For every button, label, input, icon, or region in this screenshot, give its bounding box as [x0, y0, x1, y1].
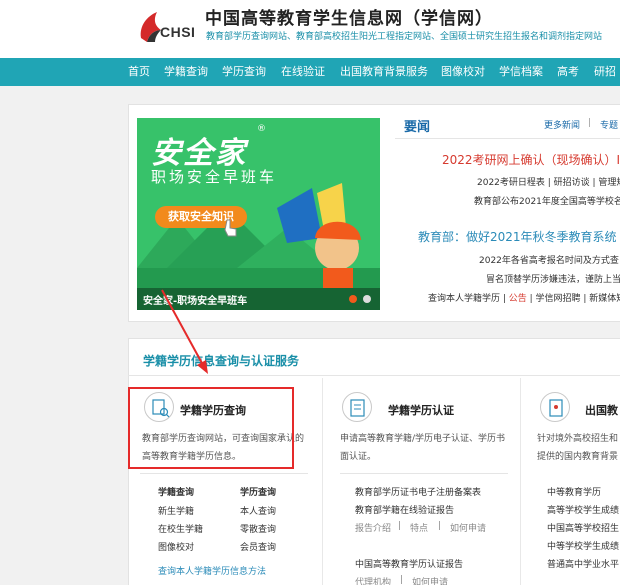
news-headline[interactable]: 2022考研网上确认（现场确认）I: [442, 151, 620, 168]
news-separator: |: [588, 118, 592, 128]
news-item[interactable]: 2022考研日程表 | 研招访谈 | 管理规: [477, 175, 620, 188]
enrollment-verify-report-link[interactable]: 教育部学籍在线验证报告: [355, 503, 454, 516]
news-item: 查询本人学籍学历 | 公告 | 学信网招聘 | 新媒体矩: [428, 291, 620, 304]
section-divider: [128, 375, 620, 376]
highlight-box: [128, 387, 294, 469]
banner-caption-bar: 安全家-职场安全早班车: [137, 288, 380, 310]
separator: |: [400, 575, 404, 585]
site-subtitle: 教育部学历查询网站、教育部高校招生阳光工程指定网站、全国硕士研究生招生报名和调剂…: [206, 32, 603, 42]
services-section-title: 学籍学历信息查询与认证服务: [143, 354, 300, 368]
current-student-enrollment-link[interactable]: 在校生学籍: [158, 522, 203, 535]
overseas-link[interactable]: 中国高等学校招生: [547, 521, 619, 534]
banner-subtitle: 职场安全早班车: [151, 168, 278, 186]
news-title: 要闻: [404, 120, 431, 135]
registered-mark: ®: [257, 124, 266, 134]
report-intro-link[interactable]: 报告介绍: [355, 521, 391, 534]
separator: |: [398, 521, 402, 531]
nav-item-online-verify[interactable]: 在线验证: [281, 58, 325, 86]
news-item[interactable]: 2022年各省高考报名时间及方式查: [479, 253, 619, 266]
site-header: CHSI 中国高等教育学生信息网（学信网） 教育部学历查询网站、教育部高校招生阳…: [0, 0, 620, 58]
more-news-link[interactable]: 更多新闻: [544, 118, 580, 131]
banner-caption: 安全家-职场安全早班车: [143, 296, 248, 307]
site-title: 中国高等教育学生信息网（学信网）: [205, 9, 493, 29]
nav-item-gaokao[interactable]: 高考: [557, 58, 579, 86]
degree-query-heading[interactable]: 学历查询: [240, 485, 276, 498]
divider: [140, 473, 308, 474]
nav-item-overseas-service[interactable]: 出国教育背景服务: [340, 58, 428, 86]
carousel-dot-active[interactable]: [349, 295, 357, 303]
nav-item-home[interactable]: 首页: [128, 58, 150, 86]
announcement-link[interactable]: 公告: [509, 294, 527, 304]
promo-banner[interactable]: 安全家 ® 职场安全早班车 获取安全知识 安全家-职场安全早班车: [137, 118, 380, 310]
document-icon: [540, 392, 570, 422]
column-divider: [322, 378, 323, 585]
carousel-dot[interactable]: [363, 295, 371, 303]
logo-text: CHSI: [160, 24, 196, 40]
query-method-link[interactable]: 查询本人学籍学历信息方法: [158, 564, 266, 577]
query-my-record-link[interactable]: 查询本人学籍学历 |: [428, 294, 509, 304]
degree-cert-report-link[interactable]: 中国高等教育学历认证报告: [355, 557, 463, 570]
overseas-service-title[interactable]: 出国教: [585, 402, 618, 418]
self-query-link[interactable]: 本人查询: [240, 504, 276, 517]
overseas-link[interactable]: 普通高中学业水平: [547, 557, 619, 570]
features-link[interactable]: 特点: [410, 521, 428, 534]
divider: [340, 473, 508, 474]
nav-item-enrollment-query[interactable]: 学籍查询: [164, 58, 208, 86]
separator: |: [438, 521, 442, 531]
column-divider: [520, 378, 521, 585]
overseas-link[interactable]: 中等学校学生成绩: [547, 539, 619, 552]
certificate-icon: [342, 392, 372, 422]
news-item[interactable]: 教育部公布2021年度全国高等学校名: [474, 194, 620, 207]
news-links[interactable]: | 学信网招聘 | 新媒体矩: [527, 294, 620, 304]
main-nav: 首页 学籍查询 学历查询 在线验证 出国教育背景服务 图像校对 学信档案 高考 …: [0, 58, 620, 86]
new-student-enrollment-link[interactable]: 新生学籍: [158, 504, 194, 517]
single-query-link[interactable]: 零散查询: [240, 522, 276, 535]
overseas-link[interactable]: 中等教育学历: [547, 485, 601, 498]
nav-item-image-check[interactable]: 图像校对: [441, 58, 485, 86]
overseas-link[interactable]: 高等学校学生成绩: [547, 503, 619, 516]
special-topics-link[interactable]: 专题: [600, 118, 618, 131]
overseas-service-desc: 提供的国内教育背景: [537, 452, 619, 462]
enrollment-degree-cert-title[interactable]: 学籍学历认证: [388, 402, 454, 418]
nav-item-degree-query[interactable]: 学历查询: [222, 58, 266, 86]
news-item[interactable]: 冒名顶替学历涉嫌违法，谨防上当受骗: [486, 272, 620, 285]
pointer-hand-icon: [224, 219, 237, 237]
how-to-apply-link[interactable]: 如何申请: [412, 575, 448, 585]
overseas-service-desc: 针对境外高校招生和: [537, 434, 619, 444]
enrollment-degree-cert-desc: 申请高等教育学籍/学历电子认证、学历书面认证。: [340, 434, 506, 462]
nav-item-archive[interactable]: 学信档案: [499, 58, 543, 86]
registration-record-link[interactable]: 教育部学历证书电子注册备案表: [355, 485, 481, 498]
image-check-link[interactable]: 图像校对: [158, 540, 194, 553]
enrollment-query-heading[interactable]: 学籍查询: [158, 485, 194, 498]
news-divider: [395, 138, 620, 139]
agency-link[interactable]: 代理机构: [355, 575, 391, 585]
nav-item-grad-admission[interactable]: 研招: [594, 58, 616, 86]
member-query-link[interactable]: 会员查询: [240, 540, 276, 553]
news-headline[interactable]: 教育部：做好2021年秋冬季教育系统: [418, 228, 617, 245]
how-to-apply-link[interactable]: 如何申请: [450, 521, 486, 534]
